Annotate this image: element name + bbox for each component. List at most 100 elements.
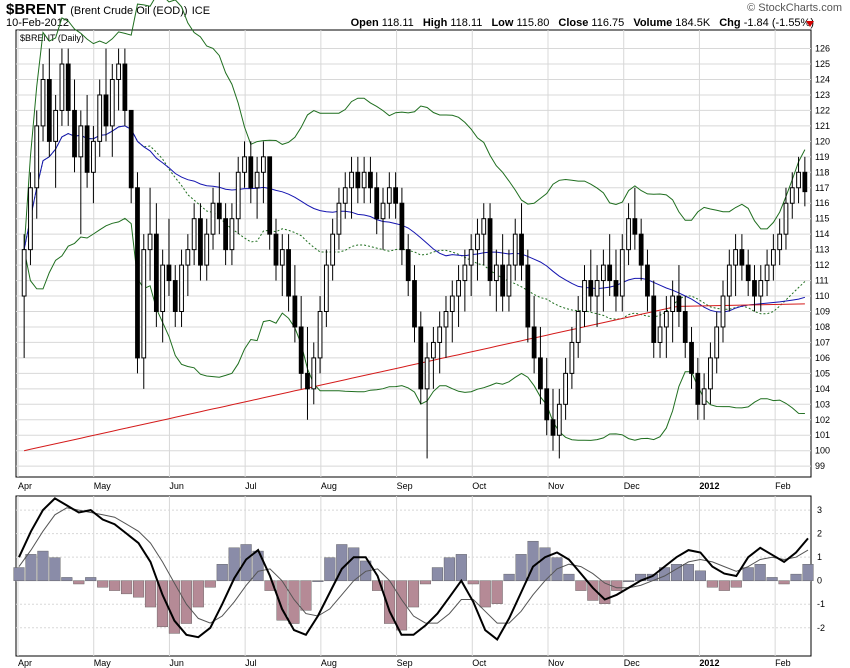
macd-histogram-bar [109,580,121,591]
candle-body [405,249,411,282]
candle-body [556,403,562,436]
macd-y-tick: 2 [817,529,822,539]
price-y-tick: 112 [815,260,829,270]
candle-body [305,372,310,390]
price-y-tick: 105 [815,368,830,378]
candle-body [651,295,657,343]
price-y-tick: 99 [815,461,825,471]
candle-body [84,125,90,173]
candle-body [349,171,354,189]
macd-histogram-bar [288,580,300,624]
candle-body [273,233,279,266]
candle-body [59,63,65,111]
candle-body [695,372,701,405]
macd-histogram-bar [682,564,694,581]
candle-body [166,264,172,282]
candle-body [676,295,682,313]
macd-histogram-bar [694,570,706,581]
candle-body [386,187,392,204]
candle-body [720,295,726,328]
candle-body [626,218,631,251]
candle-body [248,156,254,189]
candle-body [65,63,71,111]
candle-body [619,249,625,297]
candle-body [317,311,323,359]
candle-body [311,357,317,390]
macd-x-tick: Oct [472,658,487,668]
chart-canvas: $BRENT (Daily) 9910010110210310410510610… [13,0,830,668]
macd-histogram-bar [348,547,360,581]
price-y-tick: 119 [815,152,829,162]
macd-x-tick: 2012 [699,658,719,668]
candle-body [34,125,40,189]
candle-body [544,388,550,421]
candle-body [185,249,191,266]
candle-body [569,341,575,374]
candle-body [506,264,512,297]
price-x-tick: Feb [775,481,791,491]
candle-body [758,280,764,297]
macd-histogram-bar [575,580,587,591]
price-y-tick: 111 [815,276,829,286]
price-y-tick: 103 [815,399,830,409]
price-y-tick: 114 [815,229,829,239]
macd-histogram-bar [85,577,97,581]
candle-body [752,280,757,297]
candle-body [456,280,461,297]
candle-body [298,326,304,374]
price-y-tick: 110 [815,291,829,301]
macd-histogram-bar [802,564,814,581]
candle-body [374,187,380,220]
candle-body [613,280,619,297]
macd-histogram-bar [419,580,431,585]
macd-histogram-bar [623,580,635,582]
price-y-tick: 108 [815,322,830,332]
macd-histogram-bar [754,564,766,581]
macd-histogram-bar [503,573,515,581]
candle-body [783,202,789,235]
candle-body [708,357,713,390]
price-x-tick: Aug [321,481,337,491]
candle-body [229,218,235,251]
candle-body [355,171,361,189]
price-y-tick: 102 [815,415,830,425]
candle-body [739,249,745,266]
candle-body [487,218,493,282]
candle-body [493,264,499,282]
macd-histogram-bar [192,580,204,608]
price-y-tick: 121 [815,121,830,131]
candle-body [393,187,399,204]
price-y-tick: 124 [815,74,830,84]
macd-histogram-bar [730,580,742,588]
macd-histogram-bar [479,580,491,608]
candle-body [531,326,537,359]
macd-histogram-bar [25,554,37,581]
macd-y-tick: 1 [817,552,822,562]
candle-body [204,233,210,266]
candle-body [802,171,808,193]
candle-body [286,249,291,297]
candle-body [500,264,506,297]
candle-body [777,233,783,251]
macd-histogram-bar [216,564,228,581]
candle-body [512,233,518,266]
macd-histogram-bar [73,580,85,585]
macd-histogram-bar [515,554,527,581]
candle-body [475,233,480,251]
candle-body [160,264,166,313]
price-y-tick: 109 [815,307,830,317]
candle-body [336,202,342,235]
candle-body [412,280,417,328]
macd-histogram-bar [204,580,216,588]
macd-x-tick: Jul [245,658,257,668]
macd-histogram-bar [180,580,192,624]
candle-body [418,326,424,390]
price-x-tick: Sep [397,481,413,491]
candle-body [550,419,556,436]
price-x-tick: Jul [245,481,257,491]
macd-histogram-bar [133,580,145,598]
candle-body [796,171,801,189]
candle-body [582,280,587,313]
macd-histogram-bar [37,550,49,581]
macd-histogram-bar [790,573,802,581]
